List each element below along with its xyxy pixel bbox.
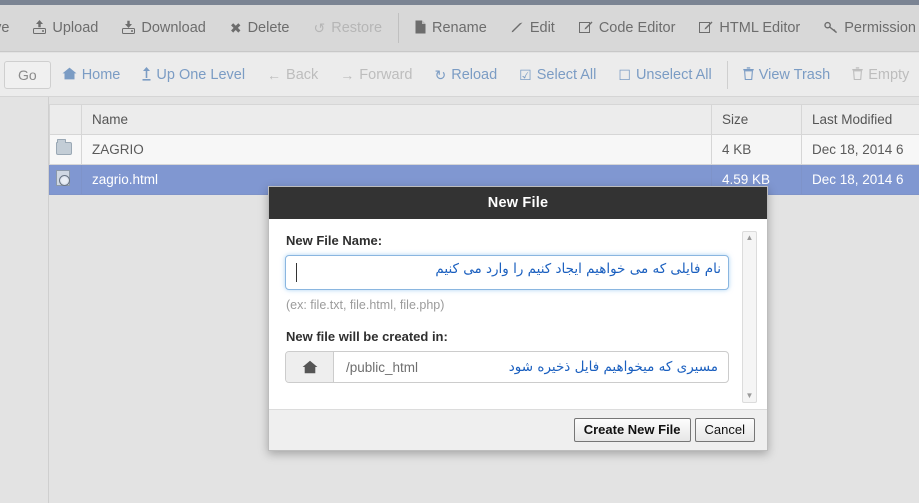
dialog-scrollbar[interactable]: ▲ ▼ [742, 231, 757, 403]
toolbar-item-download[interactable]: Download [110, 5, 218, 51]
file-manager-page: ove Upload Download ✖ Delete ↺ Restore [0, 0, 919, 503]
nav-select-all-label: Select All [536, 66, 597, 83]
toolbar-code-editor-label: Code Editor [598, 20, 676, 36]
nav-unselect-all-label: Unselect All [635, 66, 712, 83]
column-header-last-modified[interactable]: Last Modified [801, 104, 919, 135]
go-button[interactable]: Go [4, 60, 51, 89]
home-icon[interactable] [286, 352, 334, 382]
delete-x-icon: ✖ [229, 20, 242, 36]
table-row[interactable]: ZAGRIO 4 KB Dec 18, 2014 6 [49, 134, 919, 165]
toolbar-restore-label: Restore [331, 20, 383, 36]
nav-back-label: Back [286, 66, 319, 83]
column-header-icon [49, 104, 82, 135]
trash-icon [743, 67, 754, 82]
reload-icon: ↻ [434, 66, 447, 83]
row-modified-cell: Dec 18, 2014 6 [801, 134, 919, 165]
toolbar-item-restore: ↺ Restore [302, 5, 395, 51]
create-new-file-button[interactable]: Create New File [573, 418, 691, 442]
toolbar-item-edit[interactable]: Edit [499, 5, 567, 51]
key-icon [824, 21, 838, 36]
nav-empty-trash-label: Empty [868, 66, 910, 83]
nav-item-forward: → Forward [329, 53, 423, 96]
nav-item-reload[interactable]: ↻ Reload [423, 53, 508, 96]
scroll-up-icon[interactable]: ▲ [746, 234, 754, 242]
code-editor-icon [578, 21, 593, 36]
new-file-name-label: New File Name: [286, 233, 383, 248]
new-file-name-input[interactable] [285, 255, 729, 290]
dialog-body: New File Name: نام فایلی که می خواهیم ای… [269, 219, 767, 409]
upload-icon [33, 20, 47, 36]
new-file-dialog: New File New File Name: نام فایلی که می … [268, 186, 768, 451]
file-table-header-row: Name Size Last Modified [49, 104, 919, 135]
file-name-example-hint: (ex: file.txt, file.html, file.php) [286, 298, 445, 312]
nav-divider [726, 60, 728, 89]
main-toolbar: ove Upload Download ✖ Delete ↺ Restore [0, 5, 919, 52]
forward-arrow-icon: → [340, 66, 355, 83]
pencil-icon [511, 21, 524, 36]
html-file-icon [56, 170, 70, 186]
destination-path-value[interactable]: /public_html [334, 352, 728, 382]
column-header-size[interactable]: Size [711, 104, 802, 135]
toolbar-upload-label: Upload [52, 20, 99, 36]
nav-item-home[interactable]: Home [51, 53, 132, 96]
destination-section: New file will be created in: /public_htm… [285, 329, 751, 383]
rename-file-icon [415, 20, 426, 36]
row-name-cell[interactable]: ZAGRIO [81, 134, 712, 165]
checkbox-empty-icon: ☐ [618, 66, 631, 83]
destination-label: New file will be created in: [286, 329, 448, 344]
toolbar-item-permissions[interactable]: Permission [812, 5, 919, 51]
trash-icon [852, 67, 863, 82]
nav-home-label: Home [81, 66, 121, 83]
scroll-down-icon[interactable]: ▼ [746, 392, 754, 400]
toolbar-item-html-editor[interactable]: HTML Editor [687, 5, 812, 51]
file-listing-table: Name Size Last Modified ZAGRIO 4 KB Dec … [49, 104, 919, 195]
toolbar-item-rename[interactable]: Rename [403, 5, 499, 51]
cancel-button[interactable]: Cancel [694, 418, 755, 442]
destination-path-group: /public_html مسیری که میخواهیم فایل ذخیر… [285, 351, 729, 383]
column-header-name[interactable]: Name [81, 104, 712, 135]
nav-forward-label: Forward [359, 66, 413, 83]
navigation-toolbar: Go Home Up One Level ← Back → Forward ↻ … [0, 53, 919, 97]
checkbox-checked-icon: ☑ [519, 66, 532, 83]
file-table-head: Name Size Last Modified [49, 104, 919, 135]
toolbar-item-delete[interactable]: ✖ Delete [218, 5, 302, 51]
toolbar-item-code-editor[interactable]: Code Editor [567, 5, 688, 51]
dialog-title: New File [269, 187, 767, 219]
row-icon-cell [49, 134, 82, 165]
toolbar-item-move[interactable]: ove [0, 5, 21, 51]
nav-reload-label: Reload [451, 66, 498, 83]
html-editor-icon [699, 21, 713, 36]
toolbar-download-label: Download [141, 20, 206, 36]
download-icon [122, 20, 136, 36]
nav-item-back: ← Back [256, 53, 329, 96]
toolbar-rename-label: Rename [432, 20, 487, 36]
toolbar-move-label: ove [0, 20, 10, 36]
text-caret [296, 263, 297, 282]
nav-up-level-label: Up One Level [156, 66, 246, 83]
new-file-name-field-wrap: نام فایلی که می خواهیم ایجاد کنیم را وار… [285, 255, 729, 290]
toolbar-delete-label: Delete [247, 20, 290, 36]
nav-view-trash-label: View Trash [758, 66, 831, 83]
back-arrow-icon: ← [267, 66, 282, 83]
nav-item-up-one-level[interactable]: Up One Level [131, 53, 256, 96]
row-icon-cell [49, 164, 82, 195]
row-size-cell: 4 KB [711, 134, 802, 165]
nav-item-unselect-all[interactable]: ☐ Unselect All [607, 53, 722, 96]
row-modified-cell: Dec 18, 2014 6 [801, 164, 919, 195]
folder-icon [56, 138, 72, 155]
toolbar-edit-label: Edit [529, 20, 555, 36]
home-icon [62, 67, 77, 82]
restore-icon: ↺ [313, 20, 326, 36]
dialog-footer: Create New File Cancel [269, 409, 767, 450]
toolbar-permissions-label: Permission [844, 20, 916, 36]
nav-item-select-all[interactable]: ☑ Select All [508, 53, 607, 96]
nav-item-empty-trash: Empty [841, 53, 919, 96]
up-level-icon [142, 66, 151, 83]
toolbar-item-upload[interactable]: Upload [21, 5, 110, 51]
toolbar-divider [398, 13, 400, 43]
toolbar-html-editor-label: HTML Editor [719, 20, 801, 36]
nav-item-view-trash[interactable]: View Trash [732, 53, 841, 96]
